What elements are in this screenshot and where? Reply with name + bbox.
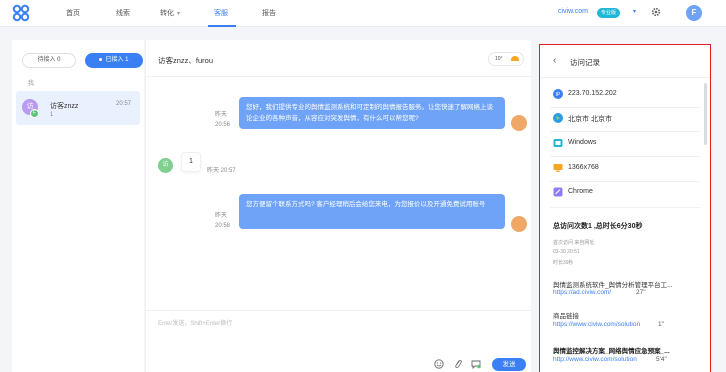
first-visit-time: 03-30 20:51	[553, 249, 580, 255]
source-duration: 27"	[636, 289, 646, 296]
screen-resolution: 1366x768	[568, 164, 599, 171]
message-clock: 20:58	[215, 223, 231, 229]
os-icon	[553, 139, 563, 147]
operating-system: Windows	[568, 139, 597, 146]
nav-conversion[interactable]: 转化 ▾	[160, 8, 180, 18]
svg-text:IP: IP	[556, 92, 561, 98]
source-url[interactable]: https://ad.civiw.com/	[553, 289, 611, 296]
message-input[interactable]: Enter发送，Shift+Enter换行	[158, 318, 232, 327]
divider	[550, 131, 700, 132]
chevron-down-icon: ▾	[177, 11, 181, 17]
divider	[540, 77, 710, 78]
message-clock: 20:56	[215, 122, 231, 128]
nav-customer-service[interactable]: 客服	[214, 8, 228, 18]
agent-message-bubble: 您好，我们提供专业的舆情监测系统和可定制的舆情报告服务。让您快速了解网络上谈论企…	[239, 97, 505, 129]
active-nav-indicator	[208, 25, 236, 27]
gear-icon[interactable]	[650, 6, 662, 18]
logo-icon[interactable]	[12, 4, 30, 22]
visit-record-panel: ‹ 访问记录 IP 223.70.152.202 北京市 北京市 Windows…	[539, 44, 711, 372]
weather-widget: 10°	[488, 52, 524, 66]
nav-report[interactable]: 报告	[262, 8, 276, 18]
nav-home[interactable]: 首页	[66, 8, 80, 18]
user-avatar[interactable]: F	[686, 5, 702, 21]
conversation-last-message: 1	[50, 112, 54, 118]
tab-joined-label: 已接入 1	[105, 57, 129, 63]
chat-title: 访客znzz、furou	[158, 56, 214, 65]
conversation-name: 访客znzz	[50, 103, 79, 110]
group-label: 我	[28, 81, 35, 87]
divider	[550, 107, 700, 108]
attachment-icon[interactable]	[453, 359, 463, 369]
agent-avatar	[511, 216, 527, 232]
visitor-avatar: 访	[158, 158, 173, 173]
message-time: 昨天 20:57	[207, 168, 236, 174]
panel-title: 访问记录	[570, 58, 600, 67]
message-day: 昨天	[215, 213, 228, 219]
conversation-item[interactable]: 访 F 访客znzz 20:57 1	[16, 91, 140, 125]
conversation-list-panel: 待接入 0 已接入 1 我 访 F 访客znzz 20:57 1	[12, 40, 144, 372]
conversation-time: 20:57	[116, 101, 132, 107]
send-button[interactable]: 发送	[492, 358, 526, 371]
visit-stats: 总访问次数1 ,总时长6分30秒	[553, 223, 643, 230]
agent-avatar	[511, 115, 527, 131]
quick-reply-icon[interactable]	[471, 359, 481, 369]
browser-icon	[553, 187, 563, 197]
message-day: 昨天	[215, 112, 228, 118]
monitor-icon	[553, 164, 563, 172]
sun-icon	[511, 56, 519, 61]
site-dropdown-icon[interactable]: ▾	[633, 8, 636, 15]
dot-icon	[99, 57, 103, 61]
meta-labels: 首次访问 来自网址	[553, 240, 595, 246]
source-title: 商品链接	[553, 313, 579, 320]
weather-temp: 10°	[495, 56, 503, 62]
source-duration: 5'4"	[656, 356, 667, 363]
source-url[interactable]: https://www.civiw.com/solution	[553, 321, 640, 328]
tab-joined[interactable]: 已接入 1	[85, 53, 143, 68]
scrollbar[interactable]	[704, 83, 707, 145]
divider	[146, 76, 532, 77]
browser: Chrome	[568, 188, 593, 195]
ip-icon: IP	[553, 89, 563, 99]
divider	[146, 310, 532, 311]
source-title: 舆情监测系统软件_舆情分析管理平台工...	[553, 282, 673, 289]
location: 北京市 北京市	[568, 116, 612, 123]
site-name[interactable]: civiw.com	[558, 8, 588, 15]
visitor-message-bubble: 1	[181, 152, 201, 172]
tab-waiting[interactable]: 待接入 0	[22, 53, 76, 68]
source-title: 舆情监控解决方案_网络舆情应急预案_...	[553, 348, 670, 355]
back-icon[interactable]: ‹	[553, 55, 556, 66]
nav-leads[interactable]: 线索	[116, 8, 130, 18]
nav-conversion-label: 转化	[160, 10, 174, 17]
chat-panel: 访客znzz、furou 10° 昨天 20:56 您好，我们提供专业的舆情监测…	[145, 40, 532, 372]
ip-address: 223.70.152.202	[568, 90, 617, 97]
location-icon	[553, 113, 563, 123]
message-time: 昨天 20:56	[215, 110, 230, 130]
message-time: 昨天 20:58	[215, 211, 230, 231]
source-url[interactable]: http://www.civiw.com/solution	[553, 356, 637, 363]
divider	[550, 181, 700, 182]
divider	[550, 207, 700, 208]
emoji-icon[interactable]	[434, 359, 444, 369]
visit-duration: 时长39秒	[553, 260, 574, 266]
agent-message-bubble: 您方便留个联系方式吗? 客户经理稍后会给您来电，为您报价以及开通免费试用账号	[239, 194, 505, 229]
top-bar: 首页 线索 转化 ▾ 客服 报告 civiw.com 专业版 ▾ F	[0, 0, 726, 27]
edition-badge: 专业版	[597, 8, 621, 18]
agent-mini-avatar: F	[30, 109, 39, 118]
source-duration: 1"	[658, 321, 664, 328]
divider	[550, 156, 700, 157]
